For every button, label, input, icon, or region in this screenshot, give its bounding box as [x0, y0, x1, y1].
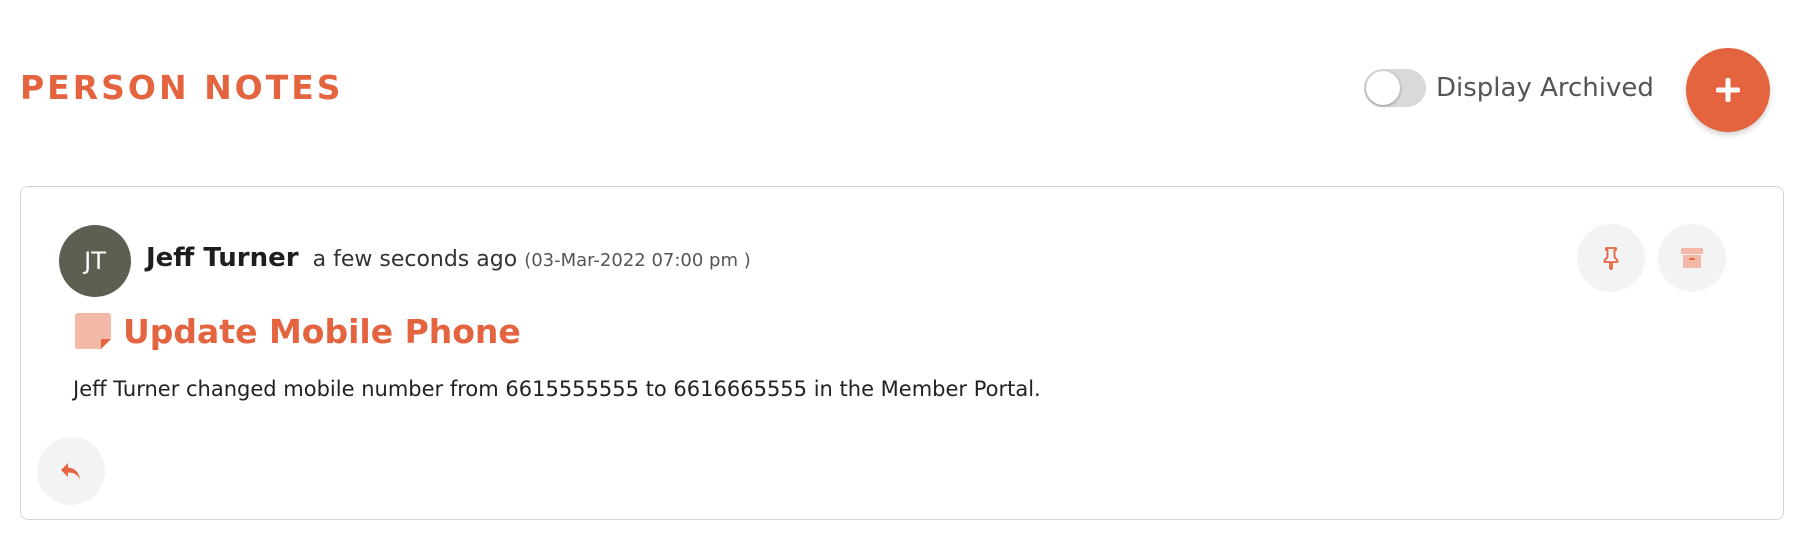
avatar: JT [59, 225, 131, 297]
note-title-row: Update Mobile Phone [73, 311, 521, 351]
note-meta: Jeff Turner a few seconds ago (03-Mar-20… [146, 243, 751, 273]
reply-button[interactable] [37, 437, 105, 505]
archive-icon [1681, 248, 1703, 268]
toggle-knob [1366, 71, 1400, 105]
add-note-button[interactable] [1686, 48, 1770, 132]
timestamp: (03-Mar-2022 07:00 pm ) [524, 250, 751, 271]
sticky-note-icon [75, 313, 111, 349]
time-ago: a few seconds ago [312, 247, 518, 272]
archive-button[interactable] [1658, 224, 1726, 292]
person-notes-page: PERSON NOTES Display Archived JT Jeff Tu… [0, 0, 1804, 546]
page-title: PERSON NOTES [20, 68, 344, 107]
note-card: JT Jeff Turner a few seconds ago (03-Mar… [20, 186, 1784, 520]
display-archived-toggle[interactable] [1364, 69, 1426, 107]
note-title: Update Mobile Phone [123, 311, 521, 351]
note-body: Jeff Turner changed mobile number from 6… [73, 377, 1041, 401]
pin-icon [1603, 247, 1619, 270]
pin-button[interactable] [1577, 224, 1645, 292]
author-name: Jeff Turner [146, 243, 299, 273]
display-archived-control: Display Archived [1364, 68, 1654, 108]
display-archived-label: Display Archived [1436, 73, 1654, 103]
reply-icon [61, 463, 80, 480]
plus-icon [1716, 78, 1740, 102]
